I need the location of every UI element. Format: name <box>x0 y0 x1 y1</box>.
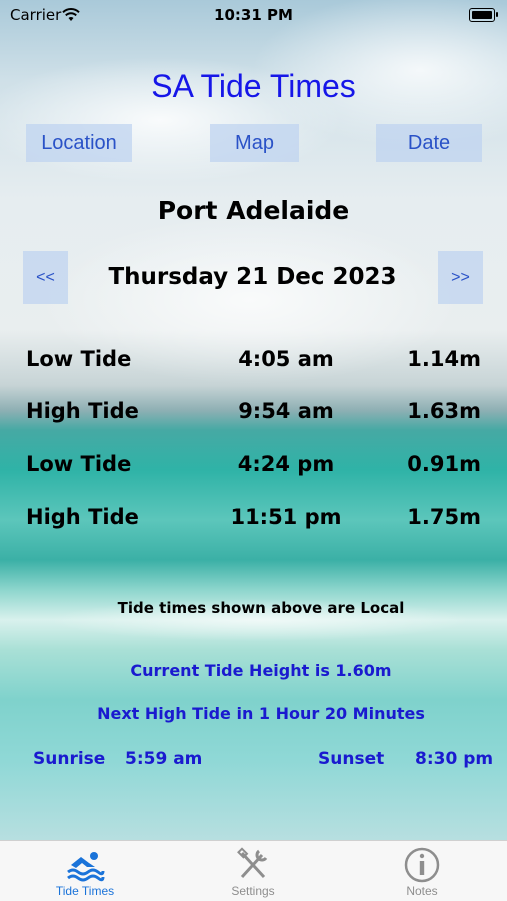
tide-row: High Tide 9:54 am 1.63m <box>0 399 507 429</box>
sunset-label: Sunset <box>318 749 385 769</box>
tide-time: 9:54 am <box>238 399 334 423</box>
tide-type: Low Tide <box>26 452 132 476</box>
current-tide-height: Current Tide Height is 1.60m <box>130 661 392 680</box>
tools-icon <box>237 847 268 879</box>
sunrise-label: Sunrise <box>33 749 106 769</box>
tab-settings[interactable]: Settings <box>193 841 313 901</box>
tab-notes[interactable]: Notes <box>362 841 482 901</box>
tide-type: Low Tide <box>26 347 132 371</box>
location-button[interactable]: Location <box>26 124 132 162</box>
tide-row: Low Tide 4:05 am 1.14m <box>0 347 507 377</box>
tab-label: Tide Times <box>55 884 115 898</box>
tab-bar: Tide Times Settings Notes <box>0 840 507 901</box>
tide-row: Low Tide 4:24 pm 0.91m <box>0 452 507 482</box>
tide-height: 1.14m <box>407 347 481 371</box>
local-time-note: Tide times shown above are Local <box>117 599 405 617</box>
sunset-time: 8:30 pm <box>415 749 494 769</box>
tide-time: 4:05 am <box>238 347 334 371</box>
tide-time: 11:51 pm <box>230 505 342 529</box>
tide-height: 1.75m <box>407 505 481 529</box>
status-bar: Carrier 10:31 PM <box>0 0 507 30</box>
map-button[interactable]: Map <box>210 124 299 162</box>
next-day-button[interactable]: >> <box>438 251 483 304</box>
status-time: 10:31 PM <box>214 6 293 24</box>
sunrise-time: 5:59 am <box>125 749 203 769</box>
location-name: Port Adelaide <box>157 196 350 225</box>
tab-label: Notes <box>406 884 438 898</box>
tab-label: Settings <box>231 884 275 898</box>
tide-time: 4:24 pm <box>237 452 335 476</box>
tide-height: 0.91m <box>407 452 481 476</box>
current-date: Thursday 21 Dec 2023 <box>108 264 397 290</box>
battery-icon <box>469 8 498 22</box>
tab-tide-times[interactable]: Tide Times <box>25 841 145 901</box>
date-button[interactable]: Date <box>376 124 482 162</box>
next-high-tide: Next High Tide in 1 Hour 20 Minutes <box>97 704 425 723</box>
swimmer-icon <box>67 852 105 882</box>
tide-type: High Tide <box>26 399 139 423</box>
app-title: SA Tide Times <box>151 68 356 104</box>
info-icon <box>404 847 440 883</box>
tide-height: 1.63m <box>407 399 481 423</box>
tide-row: High Tide 11:51 pm 1.75m <box>0 505 507 535</box>
tide-type: High Tide <box>26 505 139 529</box>
